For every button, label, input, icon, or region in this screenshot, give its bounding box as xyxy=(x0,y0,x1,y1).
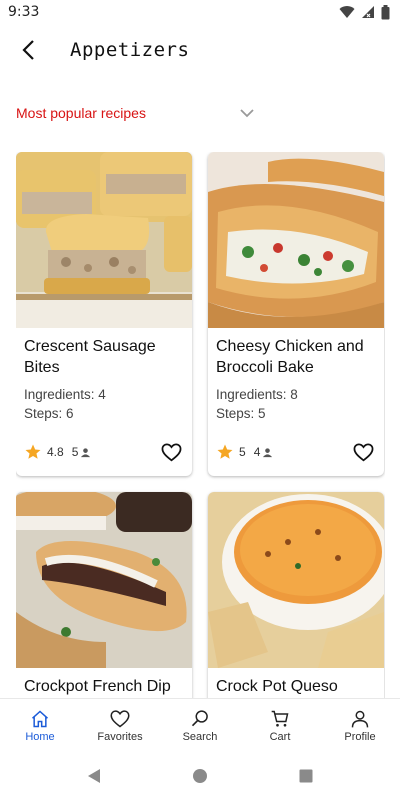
nav-profile-label: Profile xyxy=(344,730,376,743)
recipe-image xyxy=(208,152,384,328)
review-count: 5 xyxy=(71,445,79,459)
favorite-button[interactable] xyxy=(161,443,182,462)
recipe-name: Crescent Sausage Bites xyxy=(24,338,156,376)
sort-dropdown-label: Most popular recipes xyxy=(16,105,146,121)
rating-value: 4.8 xyxy=(47,445,64,459)
recipe-name: Crock Pot Queso xyxy=(216,678,338,695)
recipe-rating: 5 4 xyxy=(216,443,273,461)
nav-search[interactable]: Search xyxy=(160,699,240,750)
review-count: 4 xyxy=(253,445,261,459)
rating-value: 5 xyxy=(239,445,246,459)
battery-icon xyxy=(381,4,390,19)
nav-favorites-label: Favorites xyxy=(97,730,143,743)
recipe-name: Cheesy Chicken and Broccoli Bake xyxy=(216,338,364,376)
heart-icon xyxy=(161,443,182,461)
page-title: Appetizers xyxy=(70,39,190,61)
home-icon xyxy=(32,709,48,727)
recipe-card[interactable]: Crescent Sausage Bites Ingredients: 4 St… xyxy=(16,152,192,476)
recipe-sort-dropdown[interactable]: Most popular recipes xyxy=(16,100,256,126)
recipe-rating: 4.8 5 xyxy=(24,443,91,461)
nav-profile[interactable]: Profile xyxy=(320,699,400,750)
recipe-ingredients: Ingredients: 4 xyxy=(24,387,106,402)
recipe-card[interactable]: Cheesy Chicken and Broccoli Bake Ingredi… xyxy=(208,152,384,476)
favorite-button[interactable] xyxy=(353,443,374,462)
profile-icon xyxy=(351,710,369,727)
recipe-name: Crockpot French Dip xyxy=(24,678,171,695)
heart-icon xyxy=(110,709,130,727)
recipe-footer: 4.8 5 xyxy=(24,440,182,464)
nav-cart[interactable]: Cart xyxy=(240,699,320,750)
status-bar: 9:33 xyxy=(0,0,400,24)
status-icons xyxy=(339,4,390,20)
person-icon xyxy=(81,447,91,457)
nav-search-label: Search xyxy=(182,730,218,743)
signal-icon xyxy=(362,6,374,18)
nav-home-label: Home xyxy=(25,730,55,743)
recipe-grid: Crescent Sausage Bites Ingredients: 4 St… xyxy=(16,152,385,698)
back-arrow-icon xyxy=(22,40,34,60)
recipe-card[interactable]: Crockpot French Dip xyxy=(16,492,192,698)
cart-icon xyxy=(271,710,289,727)
recipe-steps: Steps: 5 xyxy=(216,406,266,421)
nav-cart-label: Cart xyxy=(269,730,291,743)
recipe-ingredients: Ingredients: 8 xyxy=(216,387,298,402)
chevron-down-icon xyxy=(240,108,254,117)
star-icon xyxy=(217,444,233,459)
system-back-icon[interactable] xyxy=(86,768,102,784)
system-recents-icon[interactable] xyxy=(298,768,314,784)
heart-icon xyxy=(353,443,374,461)
nav-favorites[interactable]: Favorites xyxy=(80,699,160,750)
search-icon xyxy=(191,709,208,726)
recipe-image xyxy=(16,492,192,668)
recipe-image xyxy=(16,152,192,328)
recipe-footer: 5 4 xyxy=(216,440,374,464)
app-bar: Appetizers xyxy=(0,28,400,72)
star-icon xyxy=(25,444,41,459)
status-time: 9:33 xyxy=(8,4,40,20)
recipe-image xyxy=(208,492,384,668)
wifi-icon xyxy=(339,6,355,19)
person-icon xyxy=(263,447,273,457)
system-home-icon[interactable] xyxy=(192,768,208,784)
back-button[interactable] xyxy=(0,28,56,72)
recipe-steps: Steps: 6 xyxy=(24,406,74,421)
nav-home[interactable]: Home xyxy=(0,699,80,750)
bottom-navigation: Home Favorites Search Cart Profile xyxy=(0,698,400,750)
system-navigation-bar xyxy=(0,752,400,800)
recipe-card[interactable]: Crock Pot Queso xyxy=(208,492,384,698)
